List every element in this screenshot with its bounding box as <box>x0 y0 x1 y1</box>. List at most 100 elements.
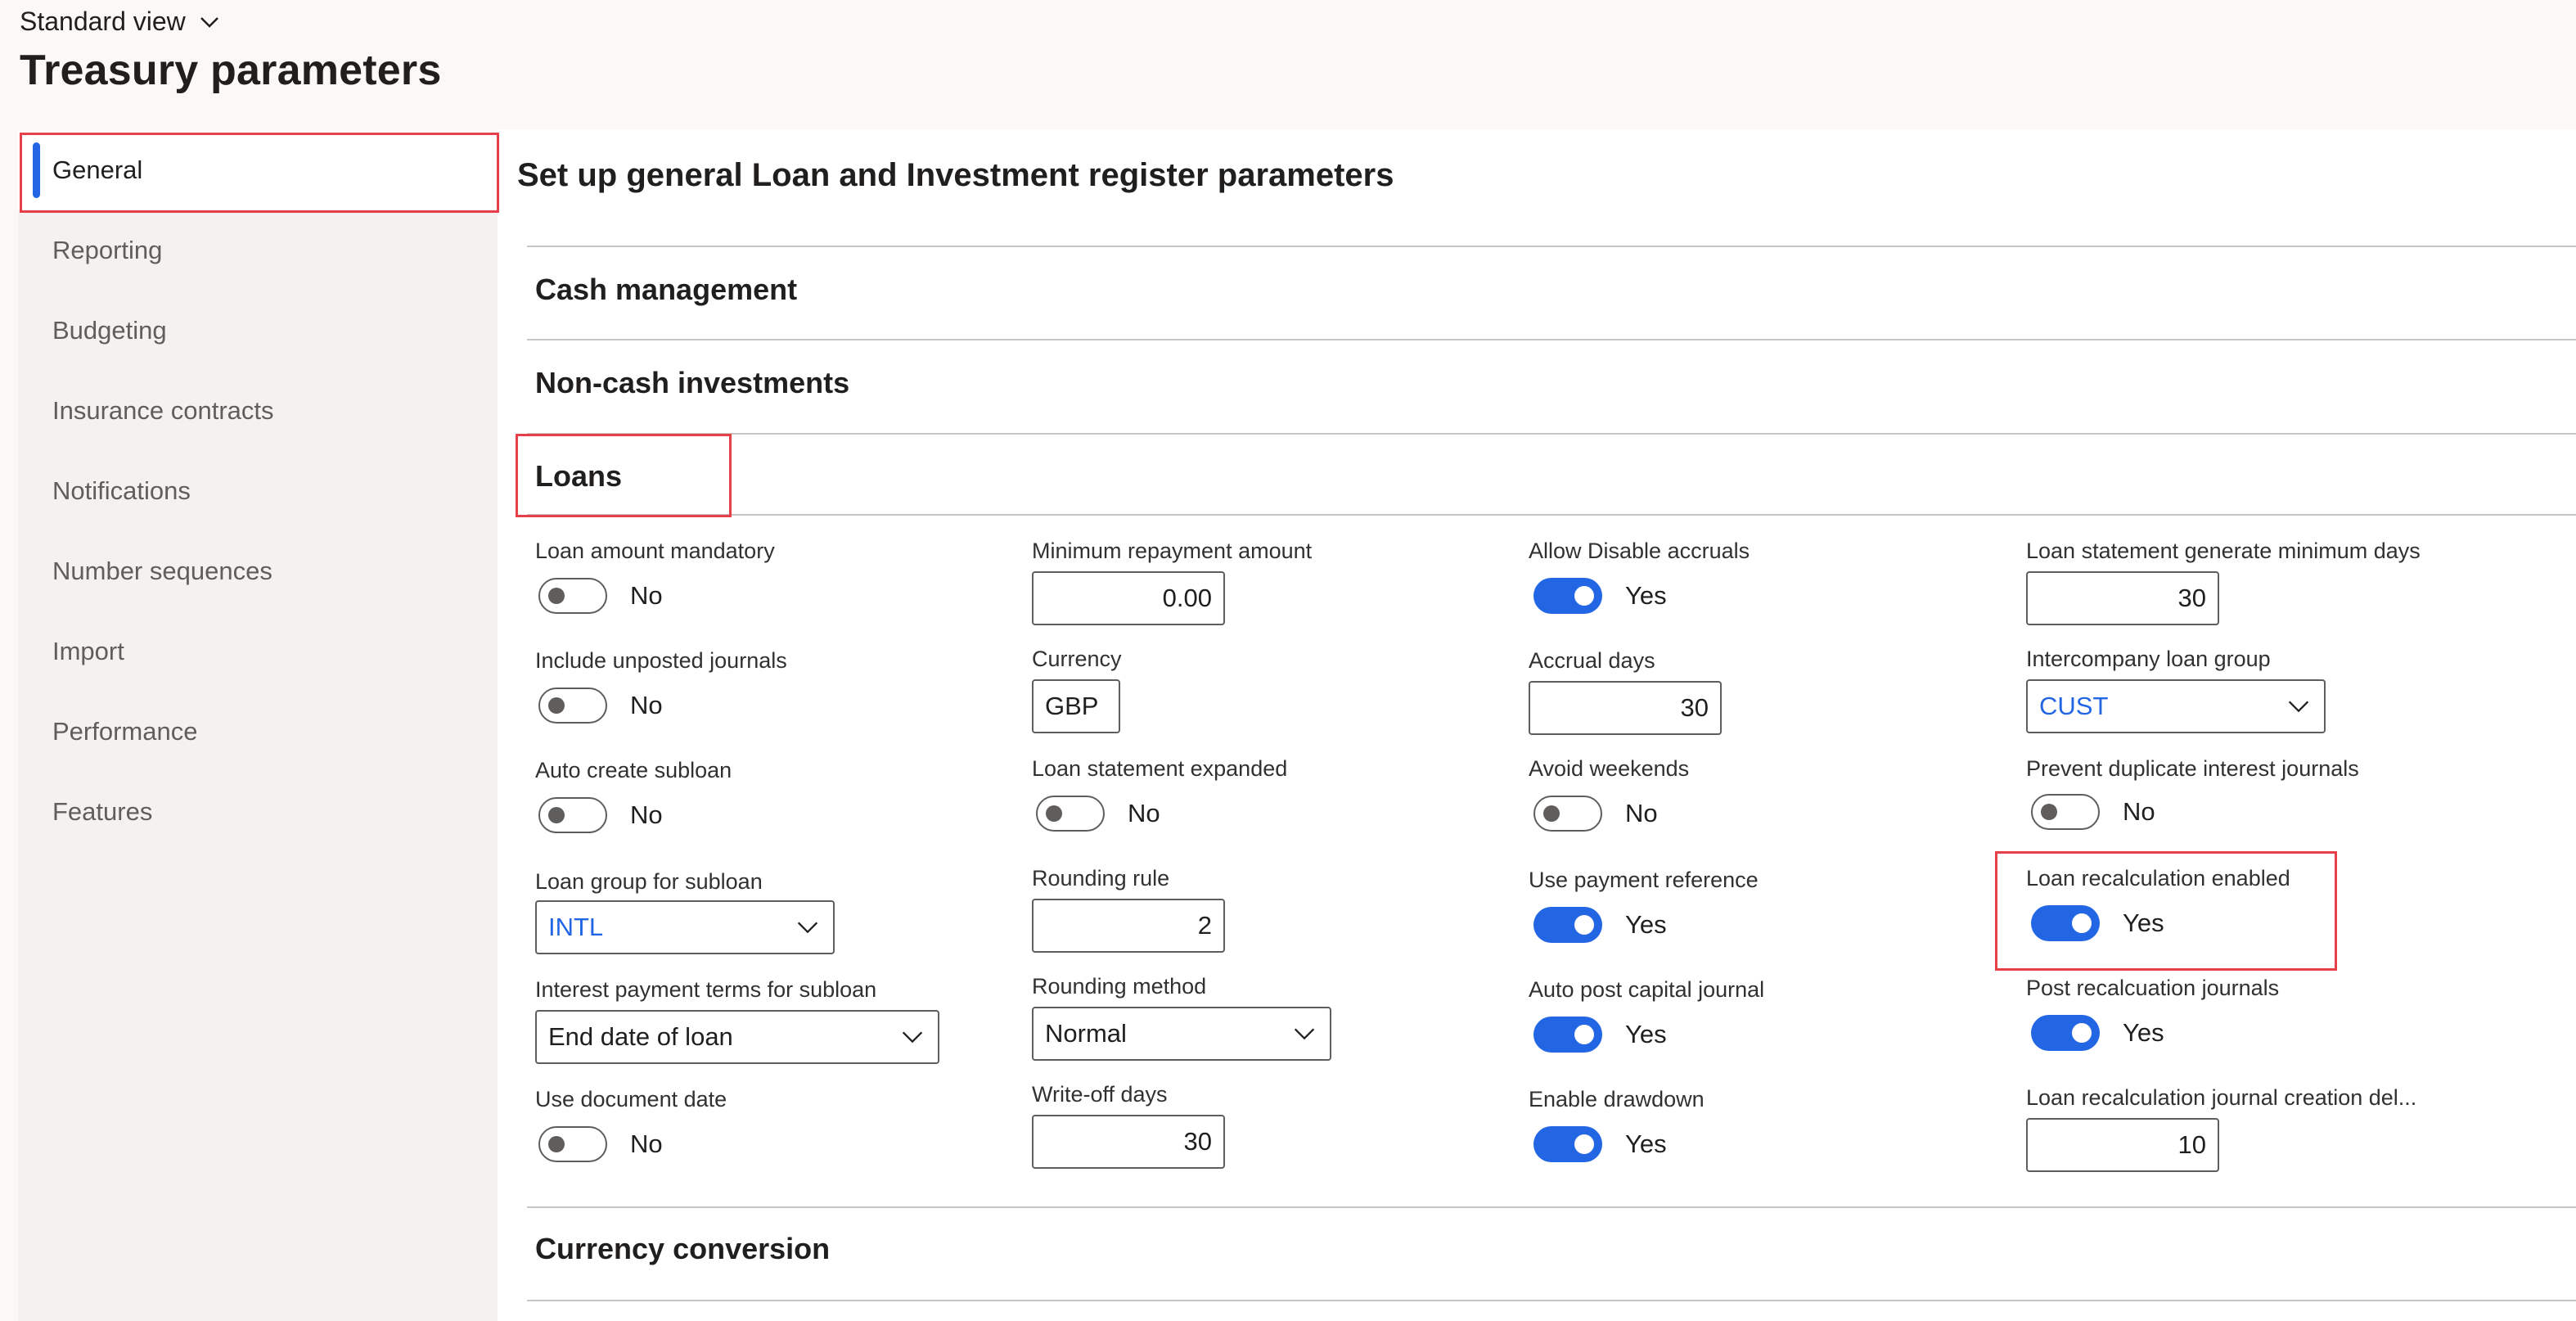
sidebar-item-number-sequences[interactable]: Number sequences <box>18 532 498 611</box>
sidebar-item-performance[interactable]: Performance <box>18 692 498 771</box>
select-value: CUST <box>2039 692 2109 720</box>
toggle-value: No <box>2123 797 2155 826</box>
divider <box>527 1300 2576 1301</box>
loan-statement-expanded-toggle[interactable]: No <box>1036 796 1160 832</box>
toggle-value: Yes <box>1625 1129 1667 1158</box>
sidebar-item-label: Performance <box>52 717 198 746</box>
avoid-weekends-label: Avoid weekends <box>1529 756 1690 781</box>
sidebar-item-insurance-contracts[interactable]: Insurance contracts <box>18 372 498 450</box>
rounding-method-select[interactable]: Normal <box>1032 1007 1331 1061</box>
tab-non-cash-investments[interactable]: Non-cash investments <box>535 366 849 400</box>
input-value: 30 <box>1680 693 1709 722</box>
use-payment-reference-toggle[interactable]: Yes <box>1533 907 1667 943</box>
auto-create-subloan-toggle[interactable]: No <box>538 797 663 833</box>
toggle-switch <box>1533 796 1602 832</box>
sidebar-item-import[interactable]: Import <box>18 612 498 691</box>
input-value: 30 <box>2177 584 2206 612</box>
tab-cash-management[interactable]: Cash management <box>535 273 797 307</box>
currency-label: Currency <box>1032 647 1122 671</box>
loan-recalculation-journal-creation-delay-input[interactable]: 10 <box>2026 1118 2219 1172</box>
rounding-method-label: Rounding method <box>1032 974 1207 999</box>
divider <box>527 514 2576 516</box>
accrual-days-input[interactable]: 30 <box>1529 681 1722 735</box>
chevron-down-icon <box>1294 1028 1315 1040</box>
view-selector-label: Standard view <box>20 7 186 36</box>
avoid-weekends-toggle[interactable]: No <box>1533 796 1658 832</box>
enable-drawdown-label: Enable drawdown <box>1529 1087 1705 1111</box>
loan-amount-mandatory-toggle[interactable]: No <box>538 578 663 614</box>
loan-statement-generate-minimum-days-label: Loan statement generate minimum days <box>2026 539 2421 563</box>
post-recalculation-journals-label: Post recalcuation journals <box>2026 976 2280 1000</box>
write-off-days-input[interactable]: 30 <box>1032 1115 1225 1169</box>
section-heading: Set up general Loan and Investment regis… <box>517 157 1394 193</box>
auto-post-capital-journal-label: Auto post capital journal <box>1529 977 1765 1002</box>
view-selector[interactable]: Standard view <box>20 7 222 37</box>
toggle-switch <box>2031 905 2100 941</box>
enable-drawdown-toggle[interactable]: Yes <box>1533 1126 1667 1162</box>
accrual-days-label: Accrual days <box>1529 648 1655 673</box>
sidebar-item-label: Budgeting <box>52 316 167 345</box>
prevent-duplicate-interest-journals-toggle[interactable]: No <box>2031 794 2155 830</box>
toggle-value: Yes <box>1625 1020 1667 1048</box>
toggle-switch <box>1533 907 1602 943</box>
sidebar-item-notifications[interactable]: Notifications <box>18 452 498 530</box>
select-value: End date of loan <box>548 1022 733 1051</box>
tab-loans[interactable]: Loans <box>535 459 622 494</box>
auto-create-subloan-label: Auto create subloan <box>535 758 732 782</box>
currency-input[interactable]: GBP <box>1032 679 1120 733</box>
toggle-value: No <box>1625 799 1658 827</box>
prevent-duplicate-interest-journals-label: Prevent duplicate interest journals <box>2026 756 2359 781</box>
toggle-switch <box>538 578 607 614</box>
loan-amount-mandatory-label: Loan amount mandatory <box>535 539 775 563</box>
chevron-down-icon <box>902 1031 923 1044</box>
use-document-date-label: Use document date <box>535 1087 727 1111</box>
divider <box>527 1206 2576 1208</box>
allow-disable-accruals-label: Allow Disable accruals <box>1529 539 1750 563</box>
rounding-rule-input[interactable]: 2 <box>1032 899 1225 953</box>
toggle-switch <box>2031 794 2100 830</box>
rounding-rule-label: Rounding rule <box>1032 866 1170 890</box>
include-unposted-journals-toggle[interactable]: No <box>538 688 663 724</box>
page-header: Standard view Treasury parameters <box>0 0 2576 127</box>
use-payment-reference-label: Use payment reference <box>1529 868 1759 892</box>
auto-post-capital-journal-toggle[interactable]: Yes <box>1533 1017 1667 1053</box>
sidebar-item-label: General <box>52 156 143 184</box>
select-value: INTL <box>548 913 604 941</box>
toggle-value: No <box>630 1129 663 1158</box>
loan-group-for-subloan-select[interactable]: INTL <box>535 900 835 954</box>
toggle-switch <box>538 797 607 833</box>
select-value: Normal <box>1045 1019 1127 1048</box>
sidebar-item-general[interactable]: General <box>18 131 498 210</box>
page-title: Treasury parameters <box>20 47 442 94</box>
sidebar-item-label: Number sequences <box>52 557 272 585</box>
include-unposted-journals-label: Include unposted journals <box>535 648 787 673</box>
interest-payment-terms-select[interactable]: End date of loan <box>535 1010 939 1064</box>
minimum-repayment-amount-input[interactable]: 0.00 <box>1032 571 1225 625</box>
sidebar-item-reporting[interactable]: Reporting <box>18 211 498 290</box>
intercompany-loan-group-select[interactable]: CUST <box>2026 679 2326 733</box>
sidebar: General Reporting Budgeting Insurance co… <box>18 131 498 1321</box>
input-value: GBP <box>1045 692 1099 720</box>
minimum-repayment-amount-label: Minimum repayment amount <box>1032 539 1313 563</box>
post-recalculation-journals-toggle[interactable]: Yes <box>2031 1015 2164 1051</box>
toggle-switch <box>1036 796 1105 832</box>
toggle-value: No <box>630 691 663 719</box>
toggle-value: Yes <box>1625 910 1667 939</box>
tab-currency-conversion[interactable]: Currency conversion <box>535 1232 830 1266</box>
loan-recalculation-enabled-label: Loan recalculation enabled <box>2026 866 2290 890</box>
loan-statement-generate-minimum-days-input[interactable]: 30 <box>2026 571 2219 625</box>
allow-disable-accruals-toggle[interactable]: Yes <box>1533 578 1667 614</box>
write-off-days-label: Write-off days <box>1032 1082 1168 1107</box>
sidebar-item-budgeting[interactable]: Budgeting <box>18 291 498 370</box>
loan-recalculation-enabled-toggle[interactable]: Yes <box>2031 905 2164 941</box>
chevron-down-icon <box>200 16 218 28</box>
sidebar-item-features[interactable]: Features <box>18 773 498 851</box>
input-value: 0.00 <box>1162 584 1212 612</box>
toggle-value: Yes <box>2123 1018 2164 1047</box>
divider <box>527 433 2576 435</box>
loan-group-for-subloan-label: Loan group for subloan <box>535 869 763 894</box>
use-document-date-toggle[interactable]: No <box>538 1126 663 1162</box>
sidebar-item-label: Features <box>52 797 153 826</box>
selected-indicator <box>33 142 40 198</box>
sidebar-item-label: Notifications <box>52 476 191 505</box>
